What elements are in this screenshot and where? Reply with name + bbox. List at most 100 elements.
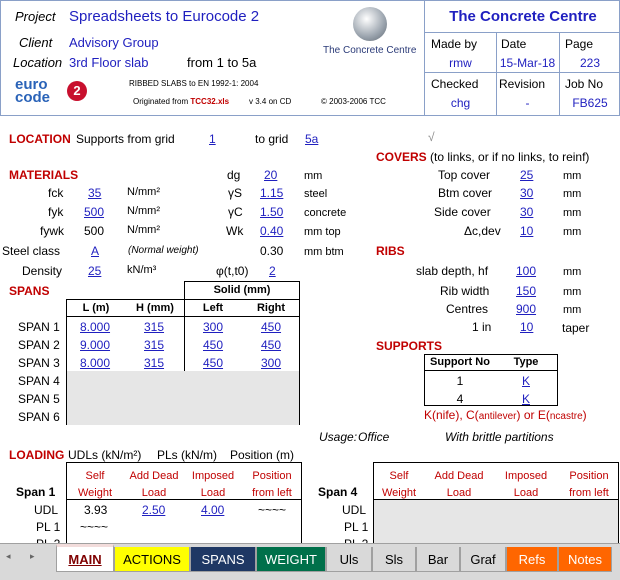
col-position-r: Position from left <box>569 470 609 499</box>
span-l-value[interactable]: 8.000 <box>80 356 110 370</box>
udl-label-r: UDL <box>342 503 367 517</box>
location-value[interactable]: 3rd Floor slab <box>69 55 148 70</box>
spans-title: SPANS <box>9 284 50 298</box>
scroll-right-icon[interactable]: ▸ <box>30 551 35 562</box>
dg-label: dg <box>227 168 241 182</box>
rib-width-value[interactable]: 150 <box>516 284 536 298</box>
wk-unit: mm top <box>304 226 341 238</box>
taper-label: 1 in <box>472 320 492 334</box>
sheet-tab-main[interactable]: MAIN <box>56 544 114 572</box>
taper-unit: taper <box>562 321 590 335</box>
checked-value[interactable]: chg <box>425 96 496 110</box>
sheet-tab-sls[interactable]: Sls <box>372 547 416 572</box>
btm-cover-value[interactable]: 30 <box>520 186 533 200</box>
col-add-dead-r: Add Dead Load <box>434 470 484 499</box>
span-left-value[interactable]: 300 <box>203 320 223 334</box>
gamma-s-unit: steel <box>304 188 328 200</box>
from-grid-value[interactable]: 1 <box>209 132 216 146</box>
density-value[interactable]: 25 <box>88 264 101 278</box>
top-cover-value[interactable]: 25 <box>520 168 533 182</box>
span-left-value[interactable]: 450 <box>203 356 223 370</box>
udl-add-dead[interactable]: 2.50 <box>142 503 165 517</box>
made-by-label: Made by <box>431 37 478 51</box>
wk-value[interactable]: 0.40 <box>260 224 283 238</box>
side-cover-label: Side cover <box>434 205 491 219</box>
span-l-value[interactable]: 8.000 <box>80 320 110 334</box>
fck-value[interactable]: 35 <box>88 186 101 200</box>
btm-cover-label: Btm cover <box>438 186 493 200</box>
job-value[interactable]: FB625 <box>559 96 620 110</box>
revision-value[interactable]: - <box>496 96 559 110</box>
taper-value[interactable]: 10 <box>520 320 533 334</box>
support-type[interactable]: K <box>496 374 556 388</box>
to-grid-value[interactable]: 5a <box>305 132 318 146</box>
span-left-value[interactable]: 450 <box>203 338 223 352</box>
support-type[interactable]: K <box>496 392 556 406</box>
fywk-unit: N/mm² <box>127 224 160 236</box>
project-value[interactable]: Spreadsheets to Eurocode 2 <box>69 8 259 25</box>
phi-value[interactable]: 2 <box>269 264 276 278</box>
span-l-value[interactable]: 9.000 <box>80 338 110 352</box>
steel-class-value[interactable]: A <box>91 244 99 258</box>
sheet-tab-uls[interactable]: Uls <box>326 547 372 572</box>
slab-depth-value[interactable]: 100 <box>516 264 536 278</box>
date-value[interactable]: 15-Mar-18 <box>496 56 559 70</box>
covers-heading: COVERS (to links, or if no links, to rei… <box>376 150 590 164</box>
sheet-tab-notes[interactable]: Notes <box>558 547 612 572</box>
job-label: Job No <box>565 77 604 91</box>
position-label: Position (m) <box>230 448 295 462</box>
span-h-value[interactable]: 315 <box>144 320 164 334</box>
col-imposed: Imposed Load <box>191 470 235 499</box>
made-by-value[interactable]: rmw <box>425 56 496 70</box>
sheet-tab-bar[interactable]: Bar <box>416 547 460 572</box>
support-no-header: Support No <box>430 356 490 368</box>
span-h-value[interactable]: 315 <box>144 356 164 370</box>
supports-header-line <box>424 370 558 371</box>
sheet-tab-actions[interactable]: ACTIONS <box>114 547 190 572</box>
sheet-tab-graf[interactable]: Graf <box>460 547 506 572</box>
udl-position: ~~~~ <box>258 503 287 517</box>
centres-value[interactable]: 900 <box>516 302 536 316</box>
concrete-centre-logo-icon <box>353 7 387 41</box>
rib-width-label: Rib width <box>440 284 490 298</box>
span-row-label: SPAN 3 <box>18 356 60 370</box>
col-l: L (m) <box>82 302 110 314</box>
wk-btm-value[interactable]: 0.30 <box>260 244 283 258</box>
gamma-c-value[interactable]: 1.50 <box>260 205 283 219</box>
sheet-tab-refs[interactable]: Refs <box>506 547 558 572</box>
gamma-c-label: γC <box>228 205 243 219</box>
gamma-s-label: γS <box>228 186 243 200</box>
span-row-label: SPAN 6 <box>18 410 60 424</box>
sheet-tab-weight[interactable]: WEIGHT <box>256 547 326 572</box>
gamma-s-value[interactable]: 1.15 <box>260 186 283 200</box>
side-cover-value[interactable]: 30 <box>520 205 533 219</box>
support-no: 1 <box>456 374 464 388</box>
fck-label: fck <box>48 186 64 200</box>
partition-note[interactable]: With brittle partitions <box>445 430 554 444</box>
span-h-value[interactable]: 315 <box>144 338 164 352</box>
fyk-value[interactable]: 500 <box>84 205 104 219</box>
pl1-label: PL 1 <box>36 520 61 534</box>
scroll-left-icon[interactable]: ◂ <box>6 551 11 562</box>
dg-value[interactable]: 20 <box>264 168 277 182</box>
udl-self-weight: 3.93 <box>84 503 108 517</box>
usage-value[interactable]: Office <box>358 430 389 444</box>
span-right-value[interactable]: 450 <box>261 338 281 352</box>
span-right-value[interactable]: 300 <box>261 356 281 370</box>
rib-width-unit: mm <box>563 286 582 298</box>
centres-unit: mm <box>563 304 582 316</box>
sheet-tab-spans[interactable]: SPANS <box>190 547 256 572</box>
span4-label: Span 4 <box>318 485 358 499</box>
span-right-value[interactable]: 450 <box>261 320 281 334</box>
location-title: LOCATION <box>9 132 71 146</box>
delta-c-dev-value[interactable]: 10 <box>520 224 533 238</box>
pls-label: PLs (kN/m) <box>157 448 217 462</box>
page-value[interactable]: 223 <box>559 56 620 70</box>
delta-c-dev-label: Δc,dev <box>464 224 501 238</box>
originated-from: Originated from TCC32.xls <box>133 97 230 106</box>
fck-unit: N/mm² <box>127 186 160 198</box>
side-cover-unit: mm <box>563 207 582 219</box>
udls-label: UDLs (kN/m²) <box>68 448 142 462</box>
udl-imposed[interactable]: 4.00 <box>201 503 224 517</box>
client-value[interactable]: Advisory Group <box>69 35 159 50</box>
